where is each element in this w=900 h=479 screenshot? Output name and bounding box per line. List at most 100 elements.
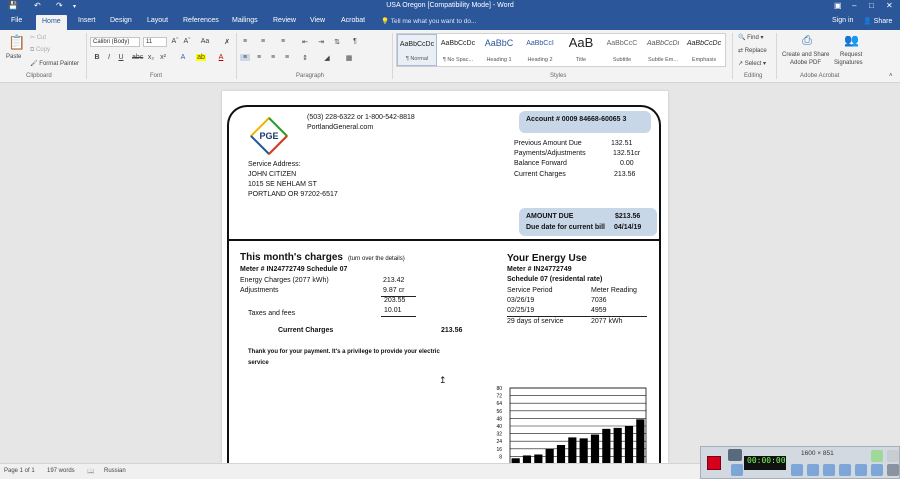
style-subtle-emphasis[interactable]: AaBbCcDi Subtle Em... xyxy=(643,34,683,66)
tab-design[interactable]: Design xyxy=(110,17,132,24)
find-label: Find xyxy=(747,35,759,41)
style-title[interactable]: AaB Title xyxy=(561,34,601,66)
tab-layout[interactable]: Layout xyxy=(147,17,168,24)
style-subtitle[interactable]: AaBbCcC Subtitle xyxy=(602,34,642,66)
tab-view[interactable]: View xyxy=(310,17,325,24)
shading-icon[interactable]: ◢ xyxy=(322,54,332,62)
tab-file[interactable]: File xyxy=(11,17,22,24)
font-size-box[interactable]: 11 xyxy=(143,37,167,47)
borders-icon[interactable]: ▦ xyxy=(344,54,354,62)
grow-font-icon[interactable]: Aˆ xyxy=(170,38,180,45)
chart-bar xyxy=(636,419,645,464)
screen-recorder-toolbar: 00:00:00 1600 × 851 xyxy=(700,446,900,479)
font-color-icon[interactable]: A xyxy=(216,54,226,61)
y-tick-label: 64 xyxy=(496,401,502,407)
align-right-icon[interactable]: ≡ xyxy=(268,54,278,61)
bold-icon[interactable]: B xyxy=(92,54,102,61)
find-button[interactable]: 🔍 Find ▾ xyxy=(738,34,764,41)
summary-value: 213.56 xyxy=(614,171,636,178)
styles-gallery: AaBbCcDc ¶ Normal AaBbCcDc ¶ No Spac... Aa… xyxy=(396,33,726,67)
align-center-icon[interactable]: ≡ xyxy=(254,54,264,61)
period-date: 03/26/19 xyxy=(507,297,535,304)
styles-group-label: Styles xyxy=(550,73,567,79)
tab-review[interactable]: Review xyxy=(273,17,296,24)
style-sample: AaBbCcDc xyxy=(686,40,722,47)
word-count[interactable]: 197 words xyxy=(47,468,75,474)
underline-icon[interactable]: U xyxy=(116,54,126,61)
adjustments-value: 9.87 cr xyxy=(383,287,405,294)
ribbon-display-icon[interactable]: ▣ xyxy=(834,1,842,10)
pause-icon[interactable] xyxy=(731,464,743,476)
superscript-icon[interactable]: x² xyxy=(158,54,168,61)
font-name-box[interactable]: Calibri (Body) xyxy=(90,37,140,47)
style-name: ¶ No Spac... xyxy=(442,57,474,63)
text-effects-icon[interactable]: A xyxy=(178,54,188,61)
sign-in-link[interactable]: Sign in xyxy=(832,17,853,24)
italic-icon[interactable]: I xyxy=(104,54,114,61)
highlight-icon[interactable]: ab xyxy=(196,54,206,61)
tab-acrobat[interactable]: Acrobat xyxy=(341,17,365,24)
paste-icon[interactable]: 📋 xyxy=(8,34,25,51)
clear-formatting-icon[interactable]: ✗ xyxy=(222,38,232,46)
sort-icon[interactable]: ⇅ xyxy=(332,38,342,46)
y-tick-label: 56 xyxy=(496,409,502,415)
style-no-spacing[interactable]: AaBbCcDc ¶ No Spac... xyxy=(438,34,478,66)
paste-button[interactable]: Paste xyxy=(6,54,21,60)
increase-indent-icon[interactable]: ⇥ xyxy=(316,38,326,46)
subscript-icon[interactable]: x₂ xyxy=(146,54,156,61)
style-sample: AaBbCcDc xyxy=(399,41,435,48)
page-count[interactable]: Page 1 of 1 xyxy=(4,468,35,474)
create-share-button[interactable]: Create and Share xyxy=(782,52,829,58)
style-normal[interactable]: AaBbCcDc ¶ Normal xyxy=(397,34,437,66)
highlight-icon[interactable] xyxy=(871,450,883,462)
camera-icon[interactable] xyxy=(728,449,742,461)
tab-references[interactable]: References xyxy=(183,17,219,24)
maximize-icon[interactable]: □ xyxy=(869,1,874,10)
tell-me-search[interactable]: 💡 Tell me what you want to do... xyxy=(381,17,476,25)
tab-mailings[interactable]: Mailings xyxy=(232,17,258,24)
language[interactable]: Russian xyxy=(104,468,126,474)
style-sample: AaBbCcC xyxy=(606,40,638,47)
align-left-icon[interactable]: ≡ xyxy=(240,54,250,61)
request-button[interactable]: Request xyxy=(840,52,862,58)
numbering-icon[interactable]: ≡ xyxy=(258,38,268,45)
audio-icon[interactable] xyxy=(791,464,803,476)
record-button[interactable] xyxy=(707,456,721,470)
ribbon-tabs: File Home Insert Design Layout Reference… xyxy=(0,14,900,30)
copy-button[interactable]: ⧉ Copy xyxy=(30,47,50,54)
cursor-icon[interactable] xyxy=(839,464,851,476)
decrease-indent-icon[interactable]: ⇤ xyxy=(300,38,310,46)
multilevel-list-icon[interactable]: ≡ xyxy=(278,38,288,45)
change-case-icon[interactable]: Aa xyxy=(198,38,212,45)
line-spacing-icon[interactable]: ⇕ xyxy=(300,54,310,62)
cut-button[interactable]: ✂ Cut xyxy=(30,34,46,41)
style-heading-1[interactable]: AaBbC Heading 1 xyxy=(479,34,519,66)
justify-icon[interactable]: ≡ xyxy=(282,54,292,61)
share-button[interactable]: 👤 Share xyxy=(863,17,892,25)
chart-bar xyxy=(624,426,634,464)
replace-button[interactable]: ⇄ Replace xyxy=(738,47,767,54)
format-painter-button[interactable]: 🖌 Format Painter xyxy=(30,60,79,67)
minimize-icon[interactable]: – xyxy=(852,1,856,10)
charges-subtitle: (turn over the details) xyxy=(348,256,405,262)
minimize-icon[interactable] xyxy=(887,450,899,462)
style-emphasis[interactable]: AaBbCcDc Emphasis xyxy=(684,34,724,66)
webcam-icon[interactable] xyxy=(823,464,835,476)
shrink-font-icon[interactable]: Aˇ xyxy=(182,38,192,45)
select-button[interactable]: ↗ Select ▾ xyxy=(738,60,766,67)
pen-icon[interactable] xyxy=(855,464,867,476)
request-signatures-icon[interactable]: 👥 xyxy=(844,33,859,47)
strikethrough-icon[interactable]: abc xyxy=(132,54,143,61)
proofing-icon[interactable]: 📖 xyxy=(87,468,94,475)
eraser-icon[interactable] xyxy=(871,464,883,476)
microphone-icon[interactable] xyxy=(807,464,819,476)
show-marks-icon[interactable]: ¶ xyxy=(350,38,360,45)
close-icon[interactable]: ✕ xyxy=(886,1,893,10)
bullets-icon[interactable]: ≡ xyxy=(240,38,250,45)
collapse-ribbon-icon[interactable]: ˄ xyxy=(889,73,893,79)
create-pdf-icon[interactable]: ⎙ xyxy=(800,33,814,48)
settings-icon[interactable] xyxy=(887,464,899,476)
tab-insert[interactable]: Insert xyxy=(78,17,96,24)
tab-home[interactable]: Home xyxy=(36,15,67,30)
style-heading-2[interactable]: AaBbCcI Heading 2 xyxy=(520,34,560,66)
